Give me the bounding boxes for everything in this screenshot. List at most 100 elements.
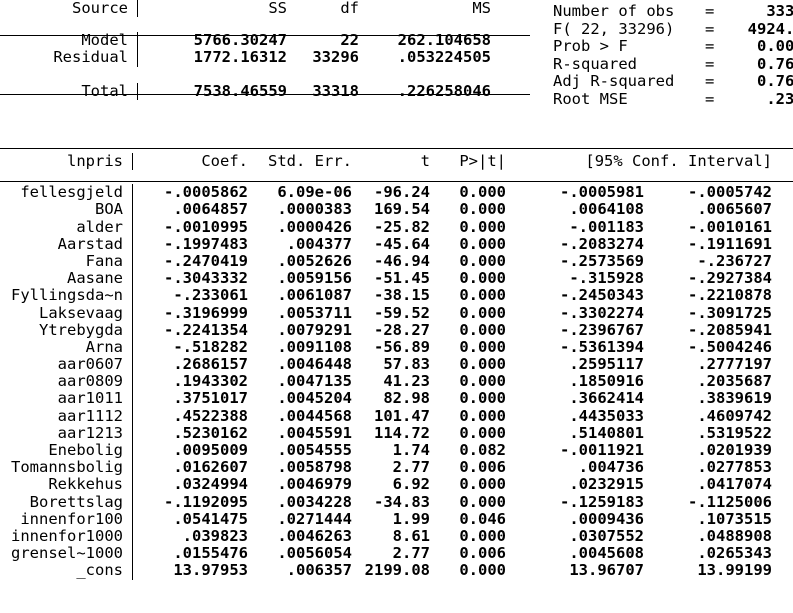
stat-label-f-statistic: F( 22, 33296) <box>553 19 675 38</box>
coef-row-coef: .2686157 <box>173 355 248 374</box>
coef-row-variable: Arna <box>0 338 133 357</box>
table-row: Tomannsbolig .0162607 .0058798 2.77 0.006 .00… <box>0 458 793 477</box>
coef-row-ci-lower: .5140801 <box>569 423 644 442</box>
anova-residual-df: 33296 <box>312 48 359 67</box>
stat-label-adj-r-squared: Adj R-squared <box>553 72 675 91</box>
coef-row-ci-lower: -.2573569 <box>560 251 644 270</box>
coef-row-ci-upper: .0277853 <box>697 458 772 477</box>
stat-row-adj-r-squared: Adj R-squared = 0.7648 <box>553 73 793 91</box>
coef-table-top-border <box>0 148 793 149</box>
coef-row-variable: alder <box>0 218 133 236</box>
table-row: alder -.0010995 .0000426 -25.82 0.000 -.00118… <box>0 217 793 236</box>
table-row: Arna -.518282 .0091108 -56.89 0.000 -.5361394… <box>0 338 793 357</box>
coef-row-coef: .039823 <box>182 526 248 545</box>
coef-rows-container: fellesgjeld -.0005862 6.09e-06 -96.24 0.000 -… <box>0 183 793 580</box>
anova-residual-ms: .053224505 <box>397 48 491 67</box>
coef-row-ci-lower: .1850916 <box>569 372 644 391</box>
coef-row-t: -59.52 <box>374 303 430 322</box>
stat-value-number-of-obs: 33319 <box>766 2 793 20</box>
coef-row-variable: Tomannsbolig <box>0 458 133 477</box>
coef-row-ci-lower: -.0011921 <box>560 441 644 459</box>
coef-row-variable: fellesgjeld <box>0 183 133 202</box>
coef-row-variable: BOA <box>0 201 133 219</box>
anova-total-df: 33318 <box>312 81 359 100</box>
coef-header-std-err: Std. Err. <box>268 152 352 170</box>
coef-row-ci-upper: .3839619 <box>697 389 772 408</box>
table-row: fellesgjeld -.0005862 6.09e-06 -96.24 0.000 -… <box>0 183 793 202</box>
coef-row-std-err: .006357 <box>286 561 352 580</box>
stat-row-number-of-obs: Number of obs = 33319 <box>553 2 793 21</box>
stat-label-r-squared: R-squared <box>553 54 637 73</box>
coef-header-rule-row <box>0 170 793 179</box>
coef-row-t: -34.83 <box>374 492 430 511</box>
table-row: BOA .0064857 .0000383 169.54 0.000 .0064108 .0… <box>0 200 793 219</box>
table-row: Fyllingsda~n -.233061 .0061087 -38.15 0.000 -… <box>0 286 793 305</box>
table-row: _cons 13.97953 .006357 2199.08 0.000 13.96707… <box>0 561 793 580</box>
stat-value-f-statistic: 4924.51 <box>747 19 793 38</box>
coef-row-variable: grensel~1000 <box>0 544 133 563</box>
coef-row-ci-lower: 13.96707 <box>569 561 644 580</box>
coef-header-row: lnpris Coef. Std. Err. t P>|t| [95% Conf… <box>0 152 793 171</box>
coef-row-ci-lower: .3662414 <box>569 389 644 408</box>
table-row: aar1011 .3751017 .0045204 82.98 0.000 .366241… <box>0 389 793 408</box>
coef-row-p-value: 0.000 <box>459 269 506 288</box>
stat-label-number-of-obs: Number of obs <box>553 2 675 20</box>
coef-row-std-err: .0045204 <box>277 389 352 408</box>
coef-row-ci-upper: .0417074 <box>697 475 772 494</box>
anova-total-ss: 7538.46559 <box>193 81 287 100</box>
coef-row-ci-upper: .2777197 <box>697 355 772 374</box>
coef-row-std-err: .0056054 <box>277 544 352 563</box>
coef-row-variable: aar1112 <box>0 407 133 425</box>
coef-header-depvar: lnpris <box>0 152 133 171</box>
anova-header-source: Source <box>0 0 138 18</box>
coef-row-t: 57.83 <box>383 355 430 374</box>
coef-row-t: 82.98 <box>383 389 430 408</box>
anova-residual-ss: 1772.16312 <box>193 48 287 67</box>
table-row: Aarstad -.1997483 .004377 -45.64 0.000 -.2083… <box>0 234 793 253</box>
coef-row-std-err: .004377 <box>286 234 352 253</box>
stata-regression-output: Source SS df MS Model 5766.30247 22 262.… <box>0 0 793 613</box>
coef-row-ci-upper: .0488908 <box>697 526 772 545</box>
anova-row-label-total: Total <box>0 82 138 100</box>
coef-row-p-value: 0.000 <box>459 475 506 494</box>
coef-row-coef: .3751017 <box>173 389 248 408</box>
coef-row-ci-upper: -.0005742 <box>688 183 772 202</box>
coefficient-table: lnpris Coef. Std. Err. t P>|t| [95% Conf… <box>0 148 793 580</box>
coef-row-ci-lower: -.315928 <box>569 269 644 288</box>
coef-row-p-value: 0.000 <box>459 286 506 305</box>
coef-row-coef: 13.97953 <box>173 561 248 580</box>
coef-header-conf-interval: [95% Conf. Interval] <box>585 152 772 170</box>
coef-row-coef: -.3196999 <box>164 303 248 322</box>
coef-row-t: 8.61 <box>392 526 430 545</box>
coef-row-variable: Enebolig <box>0 441 133 460</box>
table-row: innenfor1000 .039823 .0046263 8.61 0.000 .030… <box>0 526 793 546</box>
coef-row-t: -38.15 <box>374 286 430 305</box>
stat-equals-3: = <box>705 54 715 73</box>
coef-row-std-err: .0059156 <box>277 269 352 288</box>
table-row: aar0607 .2686157 .0046448 57.83 0.000 .259511… <box>0 355 793 374</box>
stat-equals-2: = <box>705 37 715 56</box>
coef-row-coef: -.2241354 <box>164 320 248 339</box>
coef-row-ci-lower: .0009436 <box>569 509 644 528</box>
coef-row-ci-upper: .4609742 <box>697 406 772 425</box>
coef-row-ci-lower: -.1259183 <box>560 492 644 511</box>
coef-row-t: 114.72 <box>374 423 430 442</box>
coef-row-std-err: .0046979 <box>277 475 352 494</box>
coef-row-variable: Fana <box>0 252 133 271</box>
stat-equals-0: = <box>705 2 715 20</box>
coef-row-p-value: 0.000 <box>459 526 506 545</box>
coef-row-coef: .4522388 <box>173 406 248 425</box>
coef-row-ci-lower: -.3302274 <box>560 303 644 322</box>
coef-row-t: 2199.08 <box>364 561 430 580</box>
coef-row-t: 2.77 <box>392 544 430 563</box>
coef-row-std-err: .0058798 <box>277 458 352 477</box>
coef-row-variable: Aarstad <box>0 235 133 253</box>
coef-row-ci-lower: -.001183 <box>569 217 644 236</box>
coef-row-coef: -.0005862 <box>164 183 248 202</box>
coef-row-ci-upper: -.2927384 <box>688 269 772 288</box>
coef-row-p-value: 0.000 <box>459 303 506 322</box>
coef-row-ci-lower: .0307552 <box>569 526 644 545</box>
coef-row-std-err: .0047135 <box>277 372 352 391</box>
coef-row-coef: .5230162 <box>173 423 248 442</box>
coef-row-ci-lower: .0064108 <box>569 200 644 219</box>
